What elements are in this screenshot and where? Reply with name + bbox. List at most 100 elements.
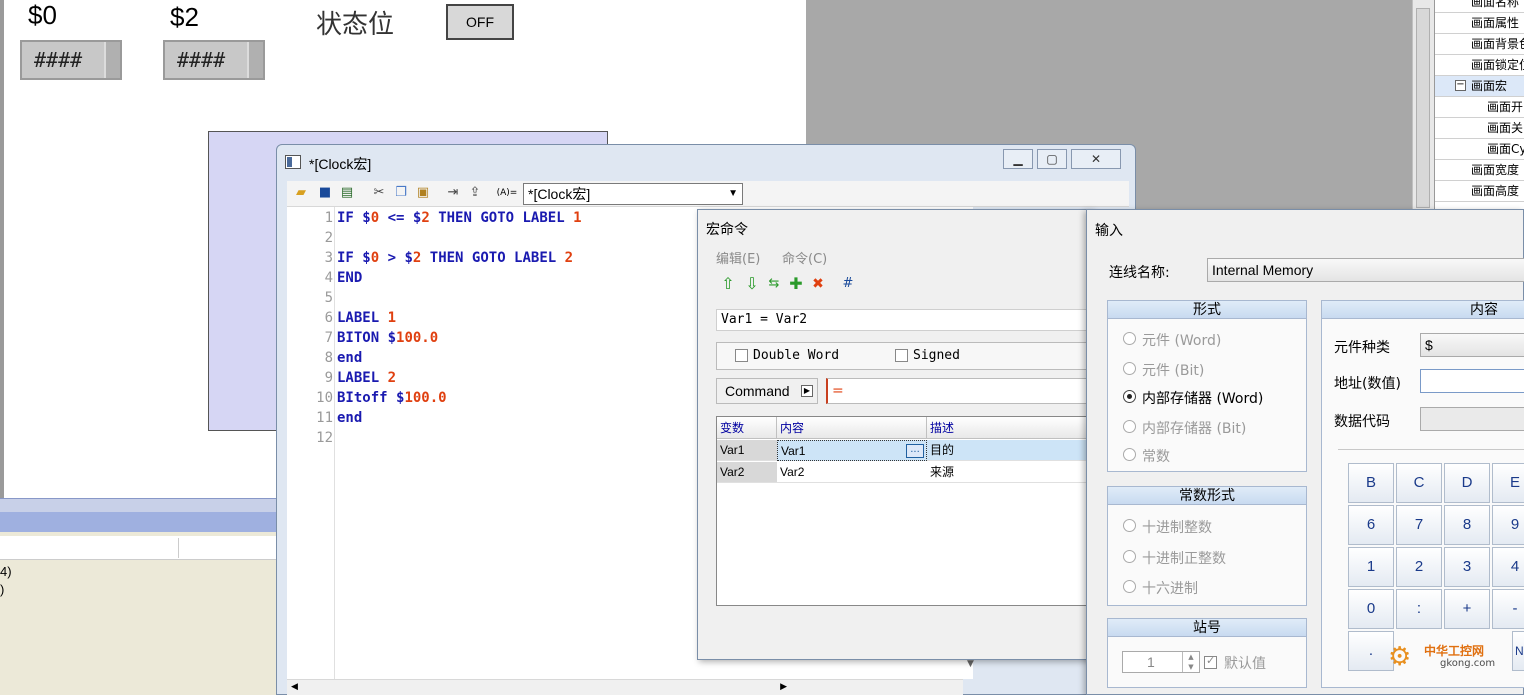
keypad-key[interactable]: B bbox=[1348, 463, 1394, 503]
spin-arrows-icon[interactable]: ▲ ▼ bbox=[1182, 652, 1199, 672]
horizontal-scrollbar[interactable]: ◀ ▶ bbox=[287, 679, 963, 695]
code-line[interactable]: LABEL 1 bbox=[337, 310, 396, 326]
prop-row[interactable]: 画面Cy bbox=[1435, 139, 1524, 160]
radio-unsigned-decimal[interactable] bbox=[1123, 550, 1136, 563]
radio-internal-bit[interactable] bbox=[1123, 420, 1136, 433]
keypad-key[interactable]: C bbox=[1396, 463, 1442, 503]
open-folder-icon[interactable]: ▰ bbox=[293, 185, 309, 201]
close-button[interactable]: ✕ bbox=[1071, 149, 1121, 169]
code-line[interactable]: LABEL 2 bbox=[337, 370, 396, 386]
prop-row[interactable]: 画面锁定位 bbox=[1435, 55, 1524, 76]
compile-icon[interactable]: ▤ bbox=[339, 185, 355, 201]
status-off-button[interactable]: OFF bbox=[446, 4, 514, 40]
keypad-key[interactable]: 7 bbox=[1396, 505, 1442, 545]
radio-label: 十进制正整数 bbox=[1142, 551, 1226, 567]
save-icon[interactable]: ■ bbox=[317, 185, 333, 201]
column-header-var[interactable]: 变数 bbox=[717, 417, 777, 439]
code-line[interactable]: end bbox=[337, 350, 362, 366]
variable-icon[interactable]: (A)= bbox=[495, 185, 519, 201]
watermark-text: 中华工控网 bbox=[1424, 644, 1485, 658]
prop-row[interactable]: 画面名称 bbox=[1435, 0, 1524, 13]
numeric-display-s2[interactable]: #### bbox=[163, 40, 265, 80]
scroll-left-icon[interactable]: ◀ bbox=[291, 682, 298, 692]
scrollbar-thumb[interactable] bbox=[1416, 8, 1430, 208]
prop-row[interactable]: 画面背景色 bbox=[1435, 34, 1524, 55]
data-code-input[interactable] bbox=[1420, 407, 1524, 431]
move-down-icon[interactable]: ⇩ bbox=[744, 276, 760, 292]
panel-splitter[interactable] bbox=[0, 498, 276, 512]
keypad-key[interactable]: 4 bbox=[1492, 547, 1524, 587]
code-token: end bbox=[337, 350, 363, 366]
expression-field[interactable]: Var1 = Var2 bbox=[716, 309, 1092, 331]
minimize-button[interactable]: ▁ bbox=[1003, 149, 1033, 169]
keypad-key[interactable]: 9 bbox=[1492, 505, 1524, 545]
command-button[interactable]: Command ▶ bbox=[716, 378, 818, 404]
numeric-display-s0[interactable]: #### bbox=[20, 40, 122, 80]
maximize-icon: ▢ bbox=[1046, 152, 1058, 166]
code-line[interactable]: BITON $100.0 bbox=[337, 330, 438, 346]
browse-button[interactable]: ... bbox=[906, 444, 924, 458]
radio-internal-word[interactable] bbox=[1123, 390, 1136, 403]
prop-row[interactable]: 画面属性 bbox=[1435, 13, 1524, 34]
maximize-button[interactable]: ▢ bbox=[1037, 149, 1067, 169]
move-up-icon[interactable]: ⇧ bbox=[720, 276, 736, 292]
code-line[interactable]: IF $0 > $2 THEN GOTO LABEL 2 bbox=[337, 250, 573, 266]
cut-icon[interactable]: ✂ bbox=[371, 185, 387, 201]
keypad-key[interactable]: 6 bbox=[1348, 505, 1394, 545]
delete-icon[interactable]: ✖ bbox=[810, 276, 826, 292]
column-divider[interactable] bbox=[178, 538, 179, 558]
radio-constant[interactable] bbox=[1123, 448, 1136, 461]
prop-row[interactable]: 画面高度 bbox=[1435, 181, 1524, 202]
prop-row[interactable]: 画面宽度 bbox=[1435, 160, 1524, 181]
table-row-var[interactable]: Var2 bbox=[717, 462, 777, 483]
keypad-key[interactable]: 3 bbox=[1444, 547, 1490, 587]
command-field[interactable]: = bbox=[826, 378, 1092, 404]
keypad-key[interactable]: D bbox=[1444, 463, 1490, 503]
indent-icon[interactable]: ⇥ bbox=[445, 185, 461, 201]
column-header-content[interactable]: 内容 bbox=[777, 417, 927, 439]
scroll-down-icon[interactable]: ▼ bbox=[967, 659, 974, 669]
element-type-select[interactable]: $ bbox=[1420, 333, 1524, 357]
scroll-right-icon[interactable]: ▶ bbox=[780, 682, 787, 692]
macro-selector[interactable]: *[Clock宏] ▼ bbox=[523, 183, 743, 205]
keypad-key[interactable]: 8 bbox=[1444, 505, 1490, 545]
radio-word-element[interactable] bbox=[1123, 332, 1136, 345]
keypad-key[interactable]: 1 bbox=[1348, 547, 1394, 587]
code-line[interactable]: end bbox=[337, 410, 362, 426]
hash-icon[interactable]: # bbox=[840, 276, 856, 292]
radio-bit-element[interactable] bbox=[1123, 362, 1136, 375]
table-cell-content[interactable]: Var1 bbox=[777, 440, 927, 461]
table-cell-content[interactable]: Var2 bbox=[777, 462, 927, 483]
prop-row-screen-macro[interactable]: − 画面宏 bbox=[1435, 76, 1524, 97]
swap-icon[interactable]: ⇆ bbox=[766, 276, 782, 292]
collapse-icon[interactable]: − bbox=[1455, 80, 1466, 91]
code-line[interactable]: BItoff $100.0 bbox=[337, 390, 447, 406]
output-list-header bbox=[0, 536, 276, 560]
paste-icon[interactable]: ▣ bbox=[415, 185, 431, 201]
keypad-key[interactable]: + bbox=[1444, 589, 1490, 629]
keypad-key[interactable]: E bbox=[1492, 463, 1524, 503]
export-icon[interactable]: ⇪ bbox=[467, 185, 483, 201]
code-line[interactable]: IF $0 <= $2 THEN GOTO LABEL 1 bbox=[337, 210, 582, 226]
code-line[interactable]: END bbox=[337, 270, 362, 286]
column-header-desc[interactable]: 描述 bbox=[927, 417, 1093, 439]
keypad-key[interactable]: 0 bbox=[1348, 589, 1394, 629]
double-word-checkbox[interactable] bbox=[735, 349, 748, 362]
keypad-key[interactable]: - bbox=[1492, 589, 1524, 629]
copy-icon[interactable]: ❐ bbox=[393, 185, 409, 201]
menu-edit[interactable]: 编辑(E) bbox=[716, 248, 760, 267]
add-icon[interactable]: ✚ bbox=[788, 276, 804, 292]
radio-hex[interactable] bbox=[1123, 580, 1136, 593]
address-input[interactable] bbox=[1420, 369, 1524, 393]
table-row-var[interactable]: Var1 bbox=[717, 440, 777, 461]
menu-command[interactable]: 命令(C) bbox=[782, 248, 827, 267]
line-number: 5 bbox=[324, 290, 333, 306]
radio-decimal[interactable] bbox=[1123, 519, 1136, 532]
signed-checkbox[interactable] bbox=[895, 349, 908, 362]
keypad-key[interactable]: : bbox=[1396, 589, 1442, 629]
connection-select[interactable]: Internal Memory bbox=[1207, 258, 1524, 282]
radio-label: 元件 (Word) bbox=[1142, 333, 1222, 349]
prop-row[interactable]: 画面关 bbox=[1435, 118, 1524, 139]
keypad-key[interactable]: 2 bbox=[1396, 547, 1442, 587]
prop-row[interactable]: 画面开 bbox=[1435, 97, 1524, 118]
